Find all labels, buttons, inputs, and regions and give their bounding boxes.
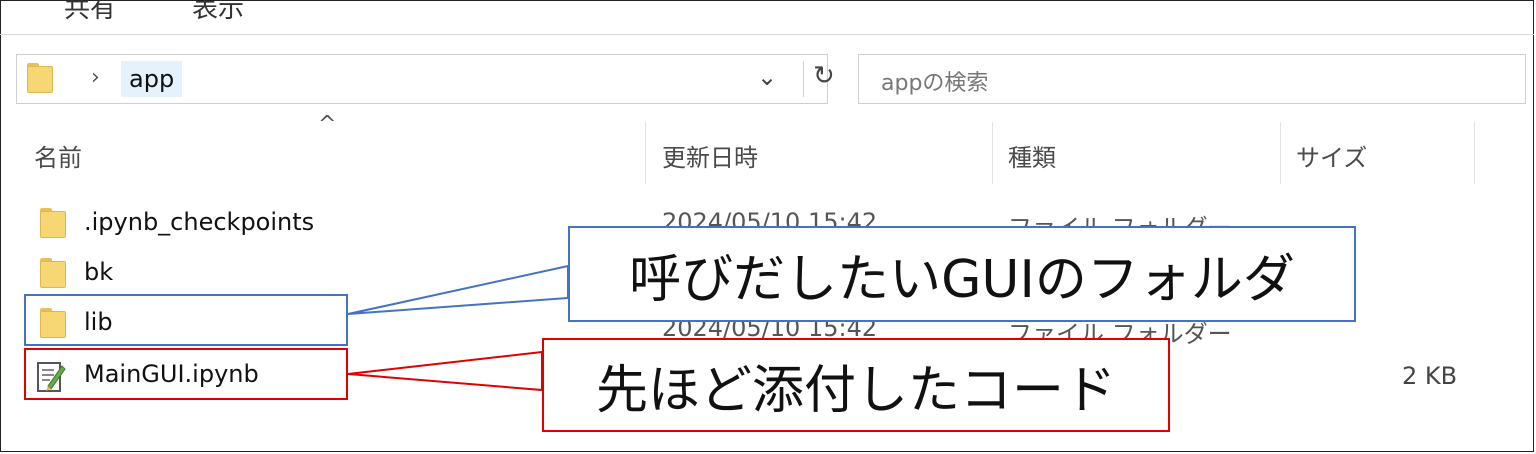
blue-callout: 呼びだしたいGUIのフォルダ: [568, 226, 1356, 322]
red-highlight-box: [24, 348, 348, 400]
blue-highlight-box: [24, 294, 348, 346]
red-callout: 先ほど添付したコード: [542, 338, 1170, 432]
red-connector: [347, 350, 543, 392]
blue-connector: [347, 264, 569, 315]
